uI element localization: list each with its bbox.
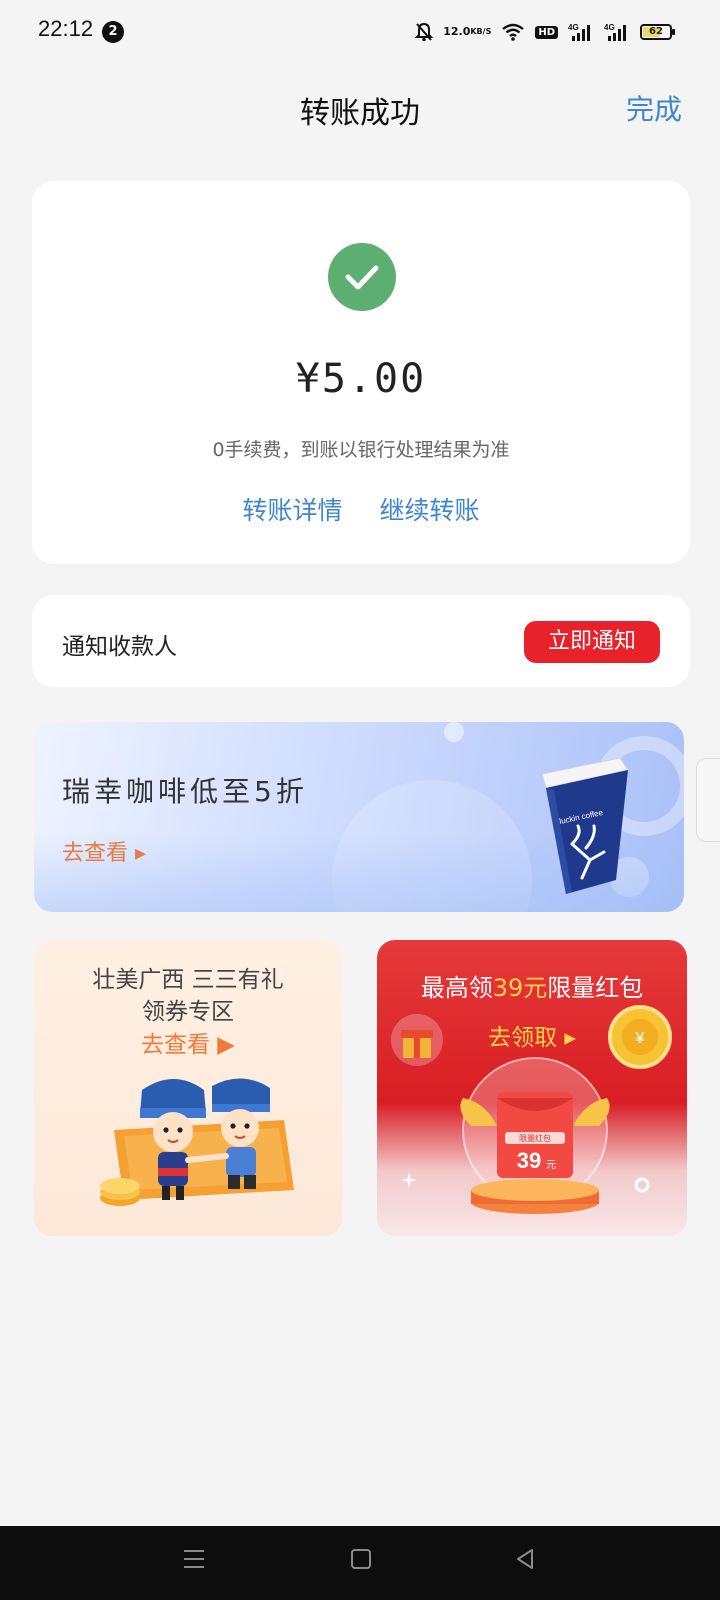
red-envelope-suffix: 限量红包 [547,974,644,1002]
wifi-icon [501,23,525,41]
system-nav-bar [0,1526,720,1600]
sparkle-icon [401,1172,417,1188]
side-drawer-handle[interactable] [696,758,720,842]
home-nav-icon[interactable] [350,1548,372,1574]
red-envelope-headline: 最高领39元限量红包 [377,968,687,1003]
transfer-success-card: ¥5.00 0手续费，到账以银行处理结果为准 转账详情 继续转账 [32,181,690,564]
envelope-label: 限量红包 [519,1133,551,1143]
guangxi-view-link[interactable]: 去查看 ▶ [34,1025,342,1059]
banner-dot-decoration [444,722,464,742]
luckin-view-link[interactable]: 去查看 ▸ [62,835,146,867]
result-links: 转账详情 继续转账 [32,491,690,527]
net-speed-value: 12.0 [443,25,471,38]
status-time: 22:12 [38,16,94,41]
notification-count-badge: 2 [102,21,124,43]
hd-voice-badge: HD [535,25,558,39]
status-icons: 12.0 KB/S HD 4G 4G 62 [415,18,675,46]
net-speed-unit: KB/S [470,27,492,36]
guangxi-promo-line1: 壮美广西 三三有礼 [92,967,284,993]
notify-payee-label: 通知收款人 [62,634,177,660]
svg-text:4G: 4G [604,23,615,32]
battery-icon: 62 [640,24,675,40]
coffee-cup-icon: luckin coffee [532,752,632,906]
done-button[interactable]: 完成 [626,88,682,128]
red-envelope-card[interactable]: 最高领39元限量红包 去领取 ▸ ¥ 限量红包 39 元 [377,940,687,1236]
red-envelope-amount-highlight: 39元 [492,974,548,1002]
network-speed: 12.0 KB/S [443,25,492,38]
menu-nav-icon[interactable] [182,1548,206,1574]
status-bar: 22:12 2 12.0 KB/S HD 4G 4G 62 [0,0,720,62]
guangxi-promo-line2: 领券专区 [142,999,234,1025]
success-check-icon [328,243,396,311]
transfer-details-link[interactable]: 转账详情 [242,496,342,525]
battery-level: 62 [649,26,663,37]
back-nav-icon[interactable] [514,1548,536,1574]
luckin-headline: 瑞幸咖啡低至5折 [62,775,308,808]
ring-decoration [634,1177,650,1193]
red-envelope-prefix: 最高领 [420,974,493,1002]
envelope-amount: 39 [517,1148,541,1173]
envelope-unit: 元 [546,1160,556,1171]
continue-transfer-link[interactable]: 继续转账 [380,496,480,525]
page-title: 转账成功 [300,96,420,131]
fee-note: 0手续费，到账以银行处理结果为准 [212,439,510,461]
guangxi-coupon-card[interactable]: 壮美广西 三三有礼 领券专区 去查看 ▶ [34,940,342,1236]
header: 转账成功 完成 [0,62,720,152]
red-envelope-globe-illustration: 限量红包 39 元 [460,1057,610,1214]
notify-now-button[interactable]: 立即通知 [524,621,660,663]
mute-bell-icon [415,22,434,42]
luckin-coffee-banner[interactable]: 瑞幸咖啡低至5折 去查看 ▸ luckin coffee [34,722,684,912]
signal-2-icon: 4G [604,22,630,42]
svg-text:4G: 4G [568,23,579,32]
ethnic-kids-illustration [100,1078,294,1206]
signal-1-icon: 4G [568,22,594,42]
transfer-amount: ¥5.00 [295,356,427,402]
notify-payee-card: 通知收款人 立即通知 [32,595,690,687]
